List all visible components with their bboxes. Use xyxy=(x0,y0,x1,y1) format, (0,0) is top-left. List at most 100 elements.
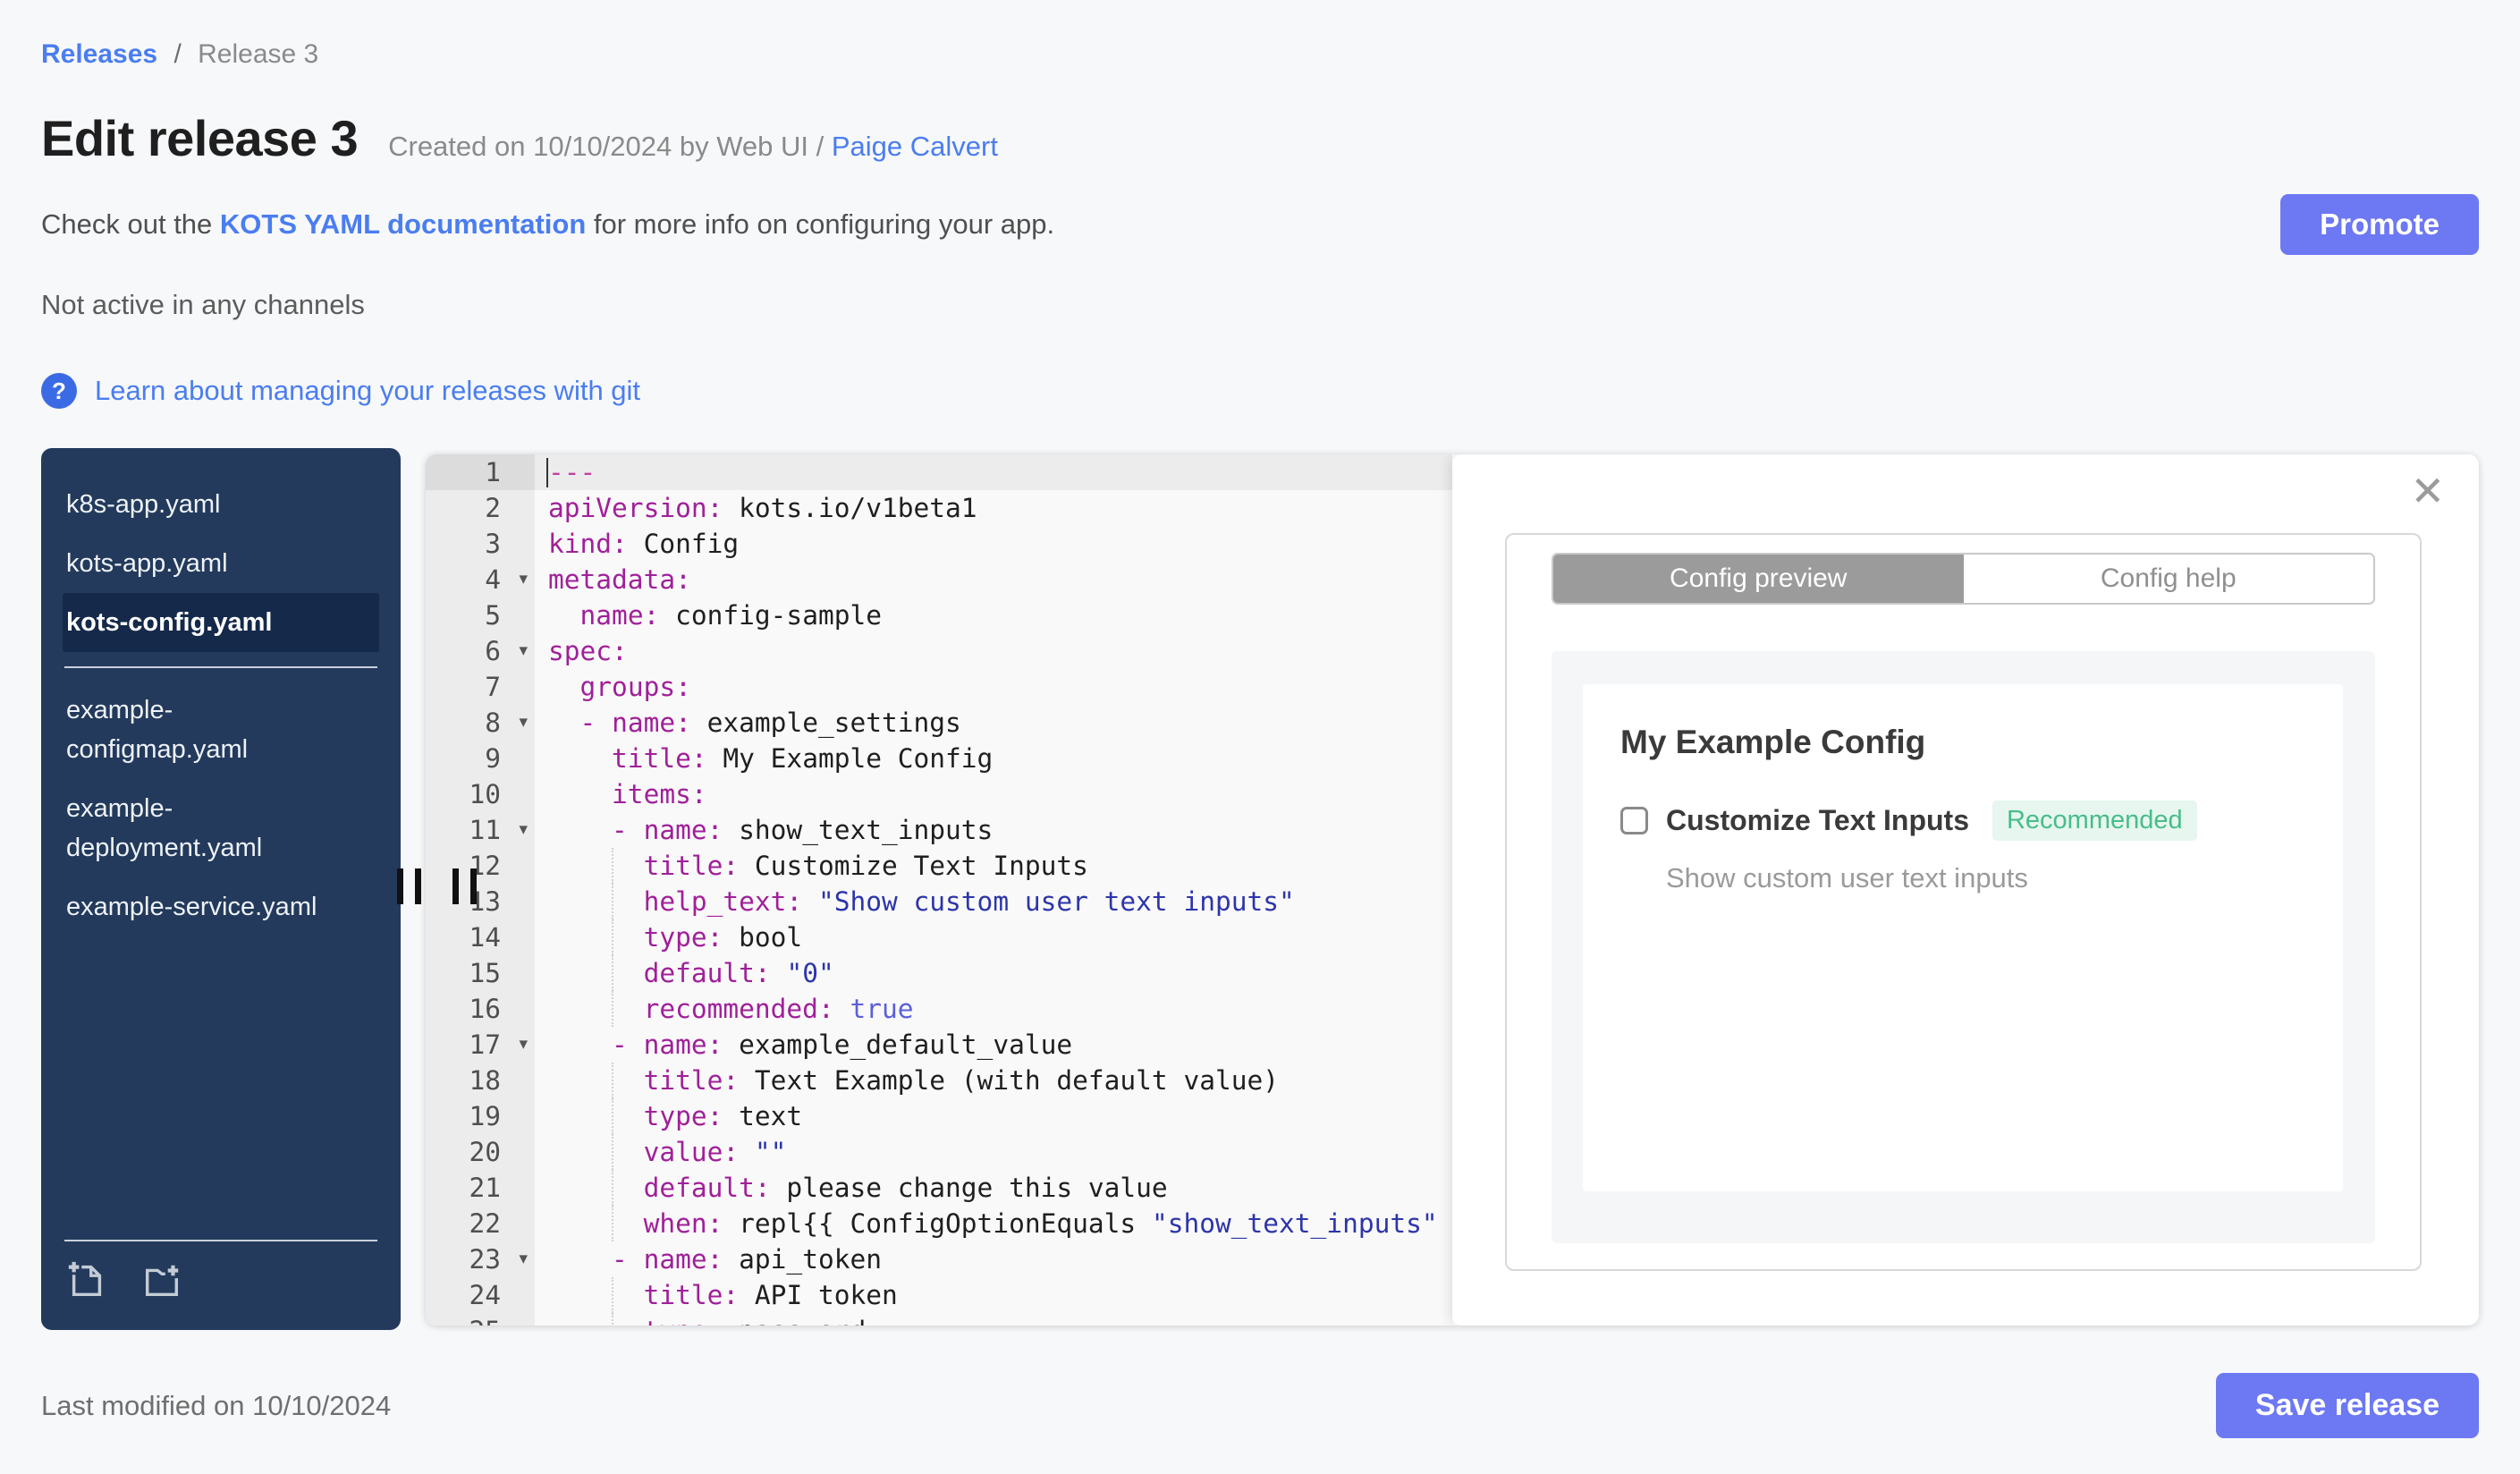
created-author-link[interactable]: Paige Calvert xyxy=(832,131,998,162)
gutter-line-21: 21 xyxy=(469,1173,501,1203)
breadcrumb-separator: / xyxy=(173,39,182,69)
main-content: k8s-app.yaml kots-app.yaml kots-config.yam… xyxy=(41,448,2479,1330)
editor-code[interactable]: --- apiVersion: kots.io/v1beta1 kind: Conf… xyxy=(535,454,1452,1326)
file-item-example-configmap-yaml[interactable]: example- configmap.yaml xyxy=(63,681,379,779)
new-folder-button[interactable] xyxy=(141,1259,182,1305)
code-line-21: default: please change this value xyxy=(535,1170,1452,1206)
footer-bar: Last modified on 10/10/2024 Save release xyxy=(41,1373,2479,1438)
gutter-line-8: 8 ▾ xyxy=(426,705,535,741)
tab-config-help[interactable]: Config help xyxy=(1963,555,2373,603)
gutter-line-1: 1 xyxy=(426,454,535,490)
customize-text-inputs-checkbox[interactable] xyxy=(1620,807,1648,834)
title-row: Edit release 3 Created on 10/10/2024 by … xyxy=(41,109,2479,167)
code-line-8: - name: example_settings xyxy=(579,707,961,738)
file-item-kots-app-yaml[interactable]: kots-app.yaml xyxy=(63,534,379,593)
sidebar-actions xyxy=(64,1240,377,1330)
code-line-1: --- xyxy=(535,454,1452,490)
file-item-k8s-app-yaml[interactable]: k8s-app.yaml xyxy=(63,475,379,534)
code-line-3: kind: Config xyxy=(548,529,740,559)
code-line-24: title: API token xyxy=(535,1277,1452,1313)
breadcrumb-current: Release 3 xyxy=(198,39,319,69)
code-line-17: - name: example_default_value xyxy=(612,1029,1073,1060)
code-line-4: metadata: xyxy=(548,564,691,595)
code-line-12: title: Customize Text Inputs xyxy=(535,848,1452,884)
code-line-9: title: My Example Config xyxy=(612,743,994,774)
breadcrumb-releases-link[interactable]: Releases xyxy=(41,39,157,69)
code-line-11: - name: show_text_inputs xyxy=(612,815,994,845)
last-modified-text: Last modified on 10/10/2024 xyxy=(41,1389,392,1421)
gutter-line-18: 18 xyxy=(469,1065,501,1096)
code-line-23: - name: api_token xyxy=(612,1244,882,1275)
gutter-line-9: 9 xyxy=(485,743,501,774)
config-group-title: My Example Config xyxy=(1620,724,1926,760)
sidebar-resize-handle[interactable] xyxy=(397,868,421,904)
kots-yaml-doc-link[interactable]: KOTS YAML documentation xyxy=(220,208,586,240)
fold-arrow-icon[interactable]: ▾ xyxy=(519,1241,528,1277)
save-release-button[interactable]: Save release xyxy=(2215,1373,2479,1438)
code-line-10: items: xyxy=(612,779,707,809)
gutter-line-17: 17 ▾ xyxy=(426,1027,535,1063)
page-title: Edit release 3 xyxy=(41,110,359,166)
created-text: Created on 10/10/2024 by Web UI / xyxy=(388,131,832,162)
created-info: Created on 10/10/2024 by Web UI / Paige … xyxy=(388,131,998,163)
git-releases-link[interactable]: Learn about managing your releases with … xyxy=(95,375,640,407)
editor-card: 1 2 3 4 ▾ 5 6 ▾ 7 8 ▾ 9 10 11 ▾ 12 13 14 15 16 17 ▾ 18 19 20 21 22… xyxy=(426,454,2479,1326)
config-item-help-text: Show custom user text inputs xyxy=(1666,862,2028,894)
file-list-divider xyxy=(64,666,377,668)
doc-text: Check out the KOTS YAML documentation fo… xyxy=(41,208,1054,241)
yaml-editor[interactable]: 1 2 3 4 ▾ 5 6 ▾ 7 8 ▾ 9 10 11 ▾ 12 13 14 15 16 17 ▾ 18 19 20 21 22… xyxy=(426,454,1452,1326)
fold-arrow-icon[interactable]: ▾ xyxy=(519,562,528,597)
question-circle-icon: ? xyxy=(41,373,77,409)
doc-row: Check out the KOTS YAML documentation fo… xyxy=(41,194,2479,255)
code-line-14: type: bool xyxy=(535,919,1452,955)
config-preview-panel: ✕ Config preview Config help My Example C… xyxy=(1452,454,2479,1326)
new-folder-icon xyxy=(145,1265,179,1297)
gutter-line-14: 14 xyxy=(469,922,501,953)
gutter-line-7: 7 xyxy=(485,672,501,702)
config-card: My Example Config Customize Text Inputs … xyxy=(1583,684,2343,1191)
code-line-19: type: text xyxy=(535,1098,1452,1134)
code-line-22: when: repl{{ ConfigOptionEquals "show_te… xyxy=(535,1206,1452,1241)
tab-config-preview[interactable]: Config preview xyxy=(1553,555,1964,603)
fold-arrow-icon[interactable]: ▾ xyxy=(519,705,528,741)
file-item-kots-config-yaml[interactable]: kots-config.yaml xyxy=(63,593,379,652)
gutter-line-4: 4 ▾ xyxy=(426,562,535,597)
gutter-line-11: 11 ▾ xyxy=(426,812,535,848)
file-list: k8s-app.yaml kots-app.yaml kots-config.yam… xyxy=(41,475,401,936)
fold-arrow-icon[interactable]: ▾ xyxy=(519,812,528,848)
doc-prefix: Check out the xyxy=(41,208,220,240)
preview-body: My Example Config Customize Text Inputs … xyxy=(1552,651,2375,1243)
config-item-label: Customize Text Inputs xyxy=(1666,804,1969,836)
recommended-badge: Recommended xyxy=(1991,801,2197,841)
gutter-line-24: 24 xyxy=(469,1280,501,1310)
gutter-line-6: 6 ▾ xyxy=(426,633,535,669)
file-sidebar: k8s-app.yaml kots-app.yaml kots-config.yam… xyxy=(41,448,401,1330)
code-line-5: name: config-sample xyxy=(579,600,882,631)
fold-arrow-icon[interactable]: ▾ xyxy=(519,1027,528,1063)
gutter-line-19: 19 xyxy=(469,1101,501,1131)
preview-resize-handle[interactable] xyxy=(452,868,477,904)
gutter-line-23: 23 ▾ xyxy=(426,1241,535,1277)
new-file-icon xyxy=(68,1261,102,1297)
gutter-line-20: 20 xyxy=(469,1137,501,1167)
close-icon[interactable]: ✕ xyxy=(2410,470,2445,512)
channel-status: Not active in any channels xyxy=(41,289,365,320)
code-line-16: recommended: true xyxy=(535,991,1452,1027)
gutter-line-16: 16 xyxy=(469,994,501,1024)
code-line-18: title: Text Example (with default value) xyxy=(535,1063,1452,1098)
new-file-button[interactable] xyxy=(66,1259,107,1305)
file-item-example-service-yaml[interactable]: example-service.yaml xyxy=(63,877,379,936)
code-line-15: default: "0" xyxy=(535,955,1452,991)
gutter-line-10: 10 xyxy=(469,779,501,809)
gutter-line-5: 5 xyxy=(485,600,501,631)
fold-arrow-icon[interactable]: ▾ xyxy=(519,633,528,669)
promote-button[interactable]: Promote xyxy=(2280,194,2479,255)
code-line-6: spec: xyxy=(548,636,628,666)
code-line-2: apiVersion: kots.io/v1beta1 xyxy=(548,493,977,523)
gutter-line-3: 3 xyxy=(485,529,501,559)
edit-release-page: Releases / Release 3 Edit release 3 Crea… xyxy=(0,0,2520,1474)
file-item-example-deployment-yaml[interactable]: example- deployment.yaml xyxy=(63,779,379,877)
preview-tabs: Config preview Config help xyxy=(1552,553,2375,605)
gutter-line-2: 2 xyxy=(485,493,501,523)
